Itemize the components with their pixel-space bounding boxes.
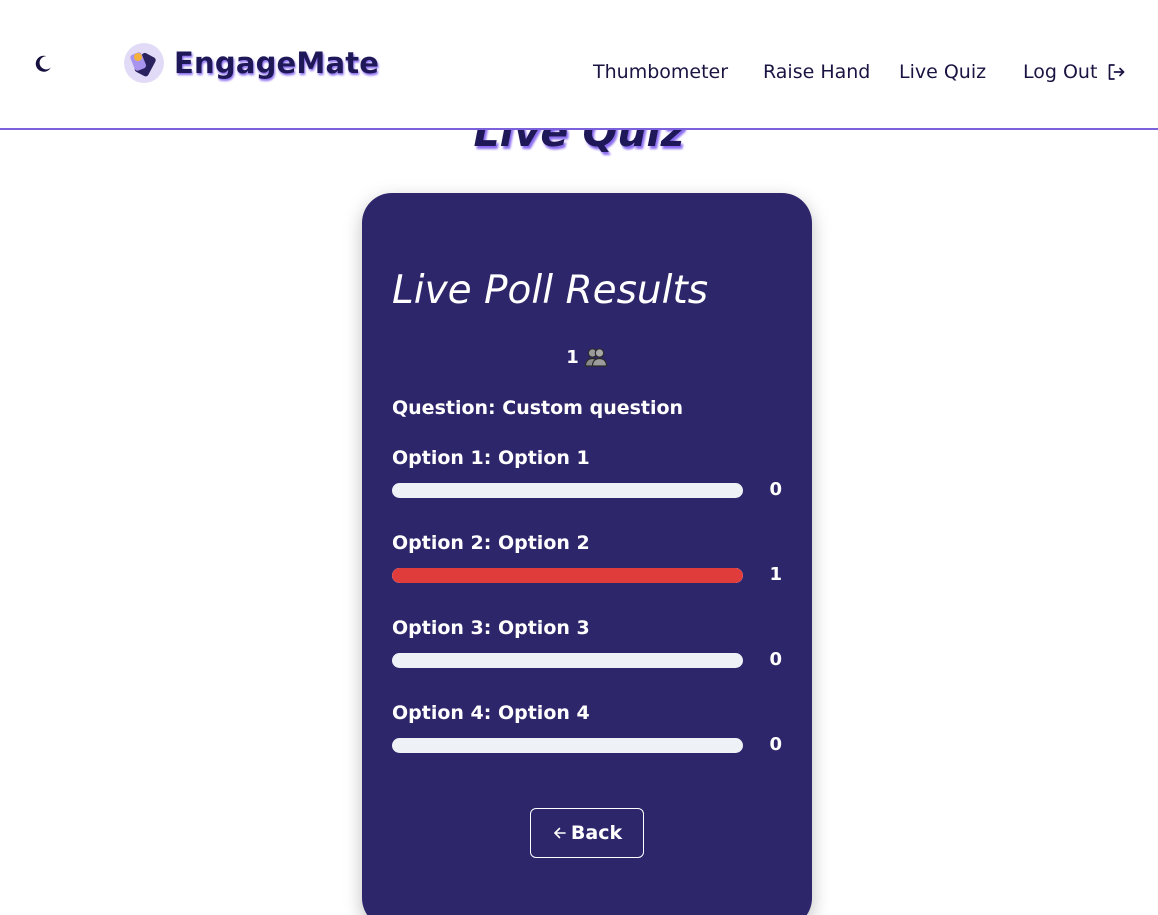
card-title: Live Poll Results — [392, 268, 709, 313]
poll-results-card: Live Poll Results 1 Question: Custom que… — [362, 193, 812, 915]
arrow-left-icon — [554, 827, 566, 839]
option-result: Option 2: Option 2 1 — [392, 532, 782, 590]
option-label: Option 3: Option 3 — [392, 617, 590, 639]
back-button-label: Back — [570, 822, 623, 844]
option-result: Option 3: Option 3 0 — [392, 617, 782, 675]
option-count: 0 — [769, 649, 782, 670]
participant-count: 1 — [362, 345, 812, 369]
option-label: Option 1: Option 1 — [392, 447, 590, 469]
question-text: Question: Custom question — [392, 397, 684, 419]
brand[interactable]: EngageMate — [123, 42, 379, 84]
back-button[interactable]: Back — [530, 808, 644, 858]
brand-logo-icon — [124, 43, 164, 83]
option-bar-fill — [392, 568, 743, 583]
page: Live Quiz EngageMate Thumbometer Raise H… — [0, 0, 1158, 915]
option-count: 0 — [769, 734, 782, 755]
option-bar — [392, 483, 743, 498]
people-icon — [584, 348, 607, 367]
option-bar — [392, 568, 743, 583]
nav-link-raise-hand[interactable]: Raise Hand — [763, 61, 870, 83]
brand-name: EngageMate — [174, 46, 380, 80]
option-result: Option 1: Option 1 0 — [392, 447, 782, 505]
nav-link-thumbometer[interactable]: Thumbometer — [593, 61, 728, 83]
option-label: Option 2: Option 2 — [392, 532, 590, 554]
option-bar — [392, 653, 743, 668]
option-count: 0 — [769, 479, 782, 500]
option-bar — [392, 738, 743, 753]
option-result: Option 4: Option 4 0 — [392, 702, 782, 760]
option-label: Option 4: Option 4 — [392, 702, 590, 724]
logout-icon — [1109, 64, 1125, 80]
option-count: 1 — [769, 564, 782, 585]
participant-count-value: 1 — [566, 346, 579, 368]
moon-icon[interactable] — [33, 54, 53, 74]
nav-link-live-quiz[interactable]: Live Quiz — [899, 61, 986, 83]
logout-label: Log Out — [1023, 61, 1098, 83]
logout-button[interactable]: Log Out — [1023, 61, 1126, 83]
navbar: EngageMate Thumbometer Raise Hand Live Q… — [0, 0, 1158, 130]
